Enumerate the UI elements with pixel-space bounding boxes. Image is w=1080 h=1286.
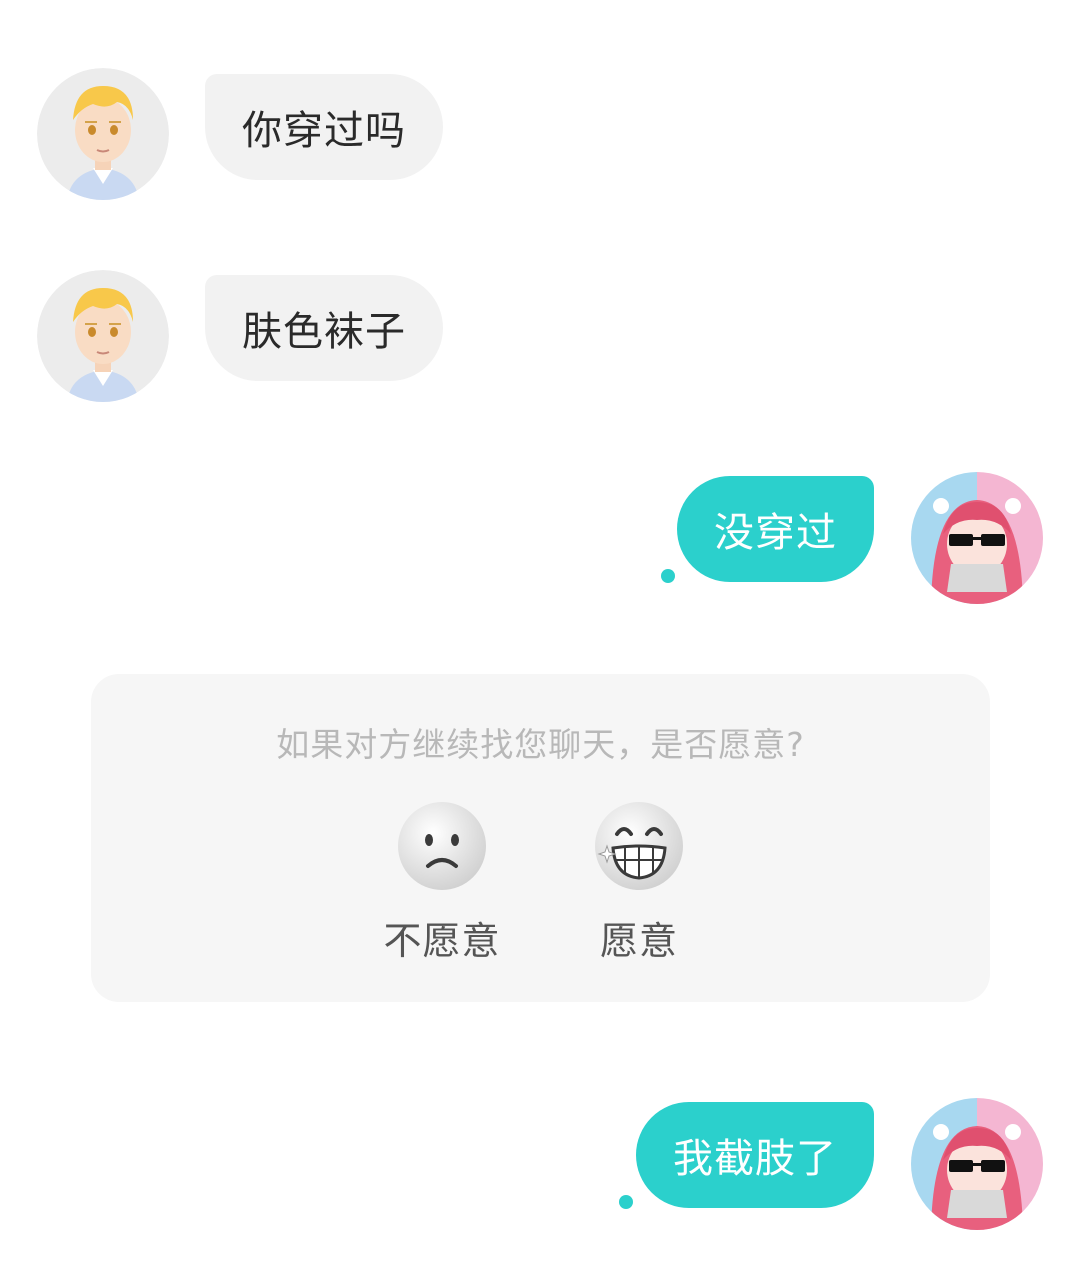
- frowning-face-icon: [396, 800, 488, 892]
- option-label: 不愿意: [383, 919, 501, 963]
- message-text: 你穿过吗: [242, 108, 406, 154]
- message-text: 我截肢了: [673, 1136, 837, 1182]
- chat-willingness-survey: 如果对方继续找您聊天，是否愿意? 不愿意 愿意: [91, 674, 990, 1002]
- grinning-face-icon: [593, 800, 685, 892]
- message-bubble-received[interactable]: 肤色袜子: [205, 275, 443, 381]
- option-label: 愿意: [599, 919, 678, 963]
- contact-avatar[interactable]: [37, 68, 169, 200]
- contact-avatar[interactable]: [37, 270, 169, 402]
- unwilling-option-button[interactable]: 不愿意: [352, 800, 532, 970]
- self-avatar[interactable]: [911, 1098, 1043, 1230]
- message-text: 没穿过: [714, 510, 837, 556]
- message-bubble-sent[interactable]: 我截肢了: [636, 1102, 874, 1208]
- survey-question: 如果对方继续找您聊天，是否愿意?: [276, 725, 805, 764]
- chat-screen: 你穿过吗 肤色袜子 没穿过 如果对方继续找您聊天，是否愿意? 不愿意 愿意 我截…: [0, 0, 1080, 1286]
- message-bubble-received[interactable]: 你穿过吗: [205, 74, 443, 180]
- willing-option-button[interactable]: 愿意: [549, 800, 729, 970]
- self-avatar[interactable]: [911, 472, 1043, 604]
- read-indicator: [619, 1195, 633, 1209]
- message-bubble-sent[interactable]: 没穿过: [677, 476, 874, 582]
- message-text: 肤色袜子: [242, 309, 406, 355]
- read-indicator: [661, 569, 675, 583]
